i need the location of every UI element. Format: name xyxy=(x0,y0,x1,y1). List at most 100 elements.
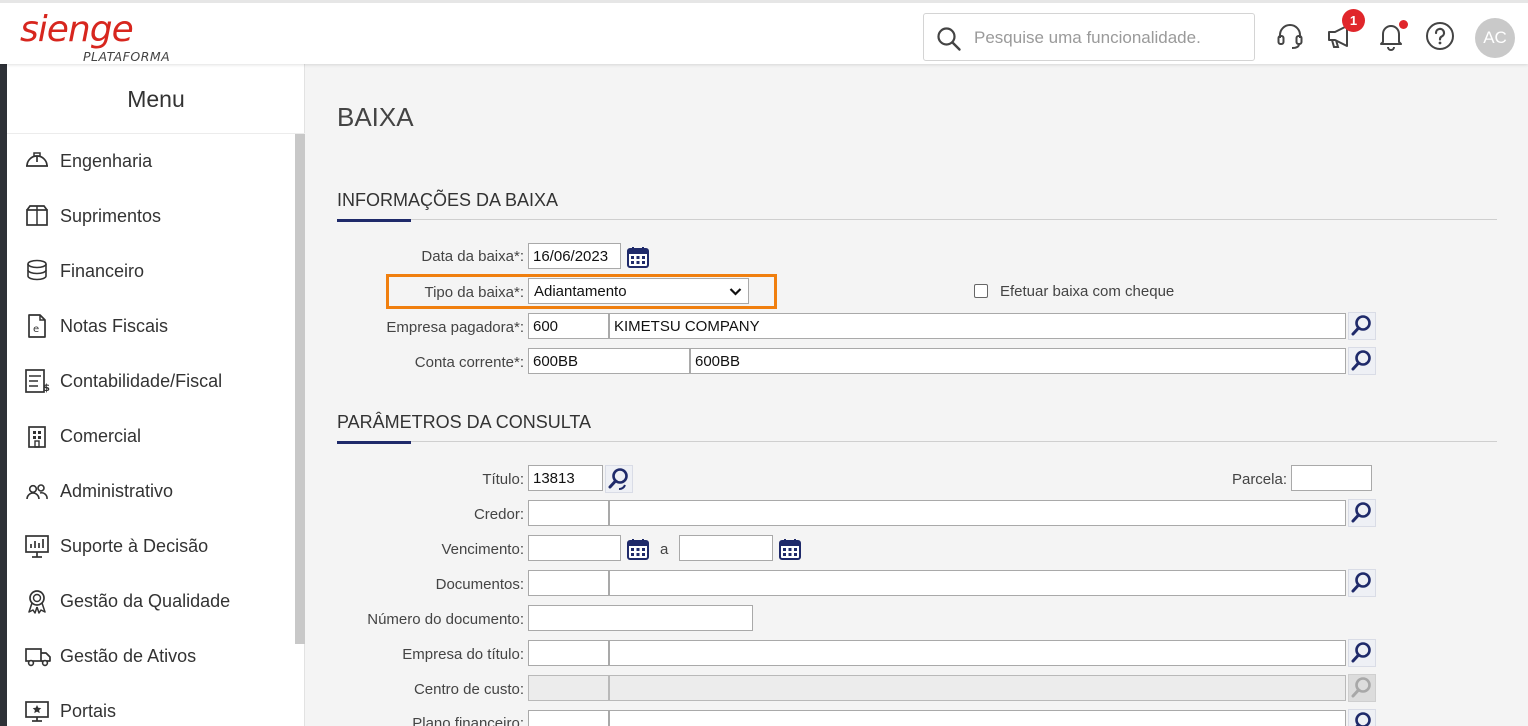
vencimento-separator: a xyxy=(660,541,669,558)
credor-name-field[interactable] xyxy=(609,500,1346,526)
sidebar-item-label: Contabilidade/Fiscal xyxy=(60,371,223,391)
calendar-icon[interactable] xyxy=(626,537,650,561)
cheque-checkbox-label[interactable]: Efetuar baixa com cheque xyxy=(1000,283,1174,300)
sidebar-item-label: Comercial xyxy=(60,426,142,446)
sidebar-edge xyxy=(0,64,7,726)
tipo-baixa-value: Adiantamento xyxy=(534,283,627,300)
sidebar-item-notas-fiscais[interactable]: e Notas Fiscais xyxy=(7,299,292,354)
box-icon xyxy=(26,205,48,226)
magnifier-icon[interactable] xyxy=(1348,499,1376,527)
refresh-search-icon[interactable] xyxy=(605,465,633,493)
chart-board-icon xyxy=(25,535,49,558)
empresa-titulo-name-field[interactable] xyxy=(609,640,1346,666)
sidebar-item-contabilidade[interactable]: $ Contabilidade/Fiscal xyxy=(7,354,292,409)
tipo-baixa-label: Tipo da baixa*: xyxy=(424,284,524,301)
sidebar-menu: Menu Engenharia Suprimentos Financeiro e… xyxy=(7,64,305,726)
magnifier-icon[interactable] xyxy=(1348,347,1376,375)
vencimento-end-field[interactable] xyxy=(679,535,773,561)
sidebar-item-label: Notas Fiscais xyxy=(60,316,169,336)
invoice-icon: e xyxy=(28,314,46,338)
section-accent xyxy=(337,219,411,222)
empresa-pagadora-label: Empresa pagadora*: xyxy=(386,319,524,336)
page-title: BAIXA xyxy=(337,102,414,132)
empresa-pagadora-name-field[interactable] xyxy=(609,313,1346,339)
parcela-field[interactable] xyxy=(1291,465,1372,491)
magnifier-icon xyxy=(1348,674,1376,702)
helmet-icon xyxy=(26,152,48,167)
sidebar-item-label: Portais xyxy=(60,701,117,721)
section-divider xyxy=(337,441,1497,442)
centro-custo-code-field xyxy=(528,675,609,701)
avatar[interactable]: AC xyxy=(1475,18,1515,58)
sidebar-item-suporte-decisao[interactable]: Suporte à Decisão xyxy=(7,519,292,574)
top-bar: sienge PLATAFORMA 1 AC xyxy=(0,0,1528,64)
tipo-baixa-select[interactable]: Adiantamento xyxy=(528,278,749,304)
sidebar-item-financeiro[interactable]: Financeiro xyxy=(7,244,292,299)
centro-custo-name-field xyxy=(609,675,1346,701)
sidebar-item-administrativo[interactable]: Administrativo xyxy=(7,464,292,519)
headset-icon[interactable] xyxy=(1275,21,1305,51)
documentos-code-field[interactable] xyxy=(528,570,609,596)
credor-label: Credor: xyxy=(473,506,524,523)
award-icon xyxy=(28,590,46,614)
sidebar-item-label: Gestão de Ativos xyxy=(60,646,197,666)
numero-documento-field[interactable] xyxy=(528,605,753,631)
cheque-checkbox[interactable] xyxy=(974,284,988,298)
notification-dot xyxy=(1399,20,1408,29)
vencimento-label: Vencimento: xyxy=(441,541,524,558)
empresa-titulo-code-field[interactable] xyxy=(528,640,609,666)
plano-financeiro-code-field[interactable] xyxy=(528,710,609,726)
sidebar-item-engenharia[interactable]: Engenharia xyxy=(7,134,292,189)
sidebar-item-label: Engenharia xyxy=(60,151,153,171)
sidebar-item-label: Administrativo xyxy=(60,481,174,501)
conta-corrente-name-field[interactable] xyxy=(690,348,1346,374)
sidebar-item-comercial[interactable]: Comercial xyxy=(7,409,292,464)
documentos-name-field[interactable] xyxy=(609,570,1346,596)
titulo-label: Título: xyxy=(482,471,524,488)
sidebar-item-gestao-qualidade[interactable]: Gestão da Qualidade xyxy=(7,574,292,629)
users-icon xyxy=(26,484,48,500)
magnifier-icon[interactable] xyxy=(1348,709,1376,726)
sidebar-item-suprimentos[interactable]: Suprimentos xyxy=(7,189,292,244)
truck-icon xyxy=(25,648,51,667)
conta-corrente-code-field[interactable] xyxy=(528,348,690,374)
portal-icon xyxy=(25,701,49,722)
magnifier-icon[interactable] xyxy=(1348,312,1376,340)
magnifier-icon[interactable] xyxy=(1348,639,1376,667)
titulo-field[interactable] xyxy=(528,465,603,491)
help-icon[interactable] xyxy=(1425,21,1455,51)
section-title-informacoes: INFORMAÇÕES DA BAIXA xyxy=(337,190,559,210)
announcements-badge: 1 xyxy=(1342,9,1365,32)
search-icon xyxy=(937,27,961,51)
search-input[interactable] xyxy=(974,24,1244,52)
logo-wordmark: sienge xyxy=(20,9,134,50)
svg-text:$: $ xyxy=(43,383,50,394)
sidebar-item-portais[interactable]: Portais xyxy=(7,684,292,726)
building-icon xyxy=(28,426,46,448)
plano-financeiro-label: Plano financeiro: xyxy=(412,715,524,726)
svg-text:e: e xyxy=(33,324,39,335)
sidebar-item-label: Gestão da Qualidade xyxy=(60,591,231,611)
documentos-label: Documentos: xyxy=(435,576,524,593)
chevron-down-icon xyxy=(729,288,742,296)
sidebar-scrollbar[interactable] xyxy=(295,134,305,644)
data-baixa-field[interactable] xyxy=(528,243,621,269)
coins-icon xyxy=(27,259,47,281)
magnifier-icon[interactable] xyxy=(1348,569,1376,597)
section-accent xyxy=(337,441,411,444)
calendar-icon[interactable] xyxy=(778,537,802,561)
vencimento-start-field[interactable] xyxy=(528,535,621,561)
data-baixa-label: Data da baixa*: xyxy=(421,248,524,265)
parcela-label: Parcela: xyxy=(1231,471,1287,488)
empresa-titulo-label: Empresa do título: xyxy=(402,646,524,663)
centro-custo-label: Centro de custo: xyxy=(413,681,524,698)
plano-financeiro-name-field[interactable] xyxy=(609,710,1346,726)
empresa-pagadora-code-field[interactable] xyxy=(528,313,609,339)
menu-title: Menu xyxy=(7,64,305,134)
section-divider xyxy=(337,219,1497,220)
sienge-logo[interactable]: sienge PLATAFORMA xyxy=(20,9,170,64)
search-box[interactable] xyxy=(923,13,1255,61)
credor-code-field[interactable] xyxy=(528,500,609,526)
sidebar-item-gestao-ativos[interactable]: Gestão de Ativos xyxy=(7,629,292,684)
calendar-icon[interactable] xyxy=(626,245,650,269)
